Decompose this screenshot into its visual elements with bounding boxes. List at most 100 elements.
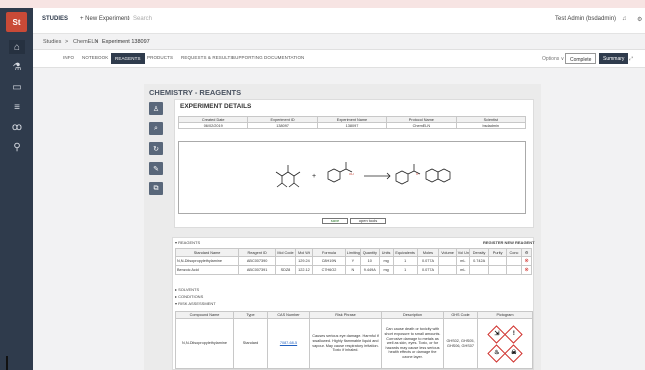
breadcrumb-studies[interactable]: Studies: [43, 39, 61, 45]
col-risk-phrase: Risk Phrase: [309, 311, 382, 319]
mol-code-input[interactable]: SDZ8: [275, 265, 296, 275]
col-cas-number: CAS Number: [267, 311, 310, 319]
users-icon[interactable]: ꝏ: [9, 120, 25, 134]
tab-products[interactable]: PRODUCTS: [147, 55, 173, 60]
svg-text:O: O: [416, 172, 419, 176]
vol-units-select[interactable]: mL: [455, 256, 470, 266]
user-name[interactable]: Test Admin (bsdadmin): [555, 16, 616, 22]
col-standard-name: Standard Name: [174, 248, 240, 257]
pipette-icon[interactable]: ⚲: [9, 140, 25, 154]
quantity-input[interactable]: 9.449A: [360, 265, 380, 275]
col-ghs-code: GHS Code: [443, 311, 478, 319]
flask-icon[interactable]: ⚗: [9, 60, 25, 74]
edit-icon[interactable]: ✎: [149, 162, 163, 175]
table-row: N,N-Diisopropylethylamine Standard 7087-…: [175, 318, 533, 369]
volume-input[interactable]: [438, 256, 457, 266]
settings-icon[interactable]: ⚙: [521, 248, 532, 257]
volume-input[interactable]: [438, 265, 457, 275]
search-input[interactable]: Search: [133, 16, 152, 22]
home-icon[interactable]: ⌂: [9, 40, 25, 54]
experiment-name: 138097: [316, 122, 388, 129]
svg-text:+: +: [312, 173, 316, 180]
save-button[interactable]: save: [322, 218, 348, 224]
quantity-input[interactable]: 10: [360, 256, 380, 266]
description: Can cause death or toxicity with short e…: [381, 318, 444, 369]
col-formula: Formula: [312, 248, 346, 257]
hierarchy-icon[interactable]: ⧉: [149, 182, 163, 195]
open-tools-button[interactable]: open tools: [350, 218, 386, 224]
reagent-id: ABC007390: [238, 256, 277, 266]
col-description: Description: [381, 311, 444, 319]
units-select[interactable]: mg: [378, 265, 394, 275]
delete-icon[interactable]: ⊗: [521, 265, 532, 275]
reagent-name: N,N-Diisopropylethylamine: [174, 256, 240, 266]
tab-reagents[interactable]: REAGENTS: [111, 53, 145, 64]
col-type: Type: [233, 311, 268, 319]
density-input[interactable]: 0.742A: [468, 256, 490, 266]
search-icon[interactable]: ⌕: [149, 122, 163, 135]
mol-code-input[interactable]: [275, 256, 296, 266]
purity-input[interactable]: [488, 256, 507, 266]
user-icon[interactable]: ♙: [149, 102, 163, 115]
cas-number-link[interactable]: 7087-68-5: [267, 318, 310, 369]
col-mol-wt: Mol Wt: [294, 248, 314, 257]
risk-assessment-section-toggle[interactable]: ▾ RISK ASSESSMENT: [175, 301, 216, 306]
experiment-table: Created Date Experiment ID Experiment Na…: [177, 116, 527, 129]
col-purity: Purity: [488, 248, 507, 257]
app-logo[interactable]: St: [6, 12, 27, 32]
vol-units-select[interactable]: mL: [455, 265, 470, 275]
formula: C8H19N: [312, 256, 346, 266]
conc-input[interactable]: [505, 256, 523, 266]
reagents-table: Standard Name Reagent ID Mol Code Mol Wt…: [174, 248, 532, 275]
limiting-select[interactable]: Y: [344, 256, 362, 266]
risk-header-row: Compound Name Type CAS Number Risk Phras…: [175, 311, 533, 319]
equivalents-input[interactable]: 1: [392, 265, 418, 275]
scientist: bsdadmin: [455, 122, 527, 129]
conditions-section-toggle[interactable]: ▸ CONDITIONS: [175, 294, 203, 299]
limiting-select[interactable]: N: [344, 265, 362, 275]
mol-wt: 129.24: [294, 256, 314, 266]
left-nav-rail: St ⌂ ⚗ ▭ ≡ ꝏ ⚲: [0, 8, 33, 370]
units-select[interactable]: mg: [378, 256, 394, 266]
register-new-reagent-link[interactable]: REGISTER NEW REAGENT: [483, 240, 535, 245]
mol-wt: 122.12: [294, 265, 314, 275]
col-reagent-id: Reagent ID: [238, 248, 277, 257]
refresh-icon[interactable]: ↻: [149, 142, 163, 155]
col-density: Density: [468, 248, 490, 257]
col-pictogram: Pictogram: [477, 311, 533, 319]
search-icon[interactable]: ⌕: [127, 16, 130, 23]
conc-input[interactable]: [505, 265, 523, 275]
new-experiment-button[interactable]: + New Experiment: [80, 16, 129, 22]
complete-button[interactable]: Complete: [565, 53, 597, 64]
moles: 0.077A: [416, 256, 440, 266]
tab-info[interactable]: INFO: [63, 55, 74, 60]
book-icon[interactable]: ▭: [9, 80, 25, 94]
tab-requests-results[interactable]: REQUESTS & RESULTS: [181, 55, 233, 60]
expand-icon[interactable]: ⤢: [625, 53, 637, 64]
delete-icon[interactable]: ⊗: [521, 256, 532, 266]
table-row: Benzoic Acid ABC007391 SDZ8 122.12 C7H6O…: [174, 265, 532, 275]
options-dropdown[interactable]: Options ∨: [538, 53, 568, 64]
col-limiting: Limiting: [344, 248, 362, 257]
tab-notebook[interactable]: NOTEBOOK: [82, 55, 108, 60]
skull-pictogram-icon: ☠: [504, 343, 523, 363]
reagents-section-toggle[interactable]: ▾ REAGENTS: [175, 240, 200, 245]
solvents-section-toggle[interactable]: ▸ SOLVENTS: [175, 287, 199, 292]
density-input[interactable]: [468, 265, 490, 275]
scroll-indicator: [6, 356, 8, 370]
equivalents-input[interactable]: 1: [392, 256, 418, 266]
purity-input[interactable]: [488, 265, 507, 275]
reagent-id: ABC007391: [238, 265, 277, 275]
summary-button[interactable]: Summary: [599, 53, 629, 64]
top-strip: [0, 0, 645, 8]
breadcrumb-sep: >: [95, 39, 99, 45]
tab-bar: INFO NOTEBOOK REAGENTS PRODUCTS REQUESTS…: [33, 50, 645, 68]
tab-supporting-docs[interactable]: SUPPORTING DOCUMENTATION: [232, 55, 304, 60]
list-icon[interactable]: ≡: [9, 100, 25, 114]
col-equivalents: Equivalents: [392, 248, 418, 257]
reagents-header-row: Standard Name Reagent ID Mol Code Mol Wt…: [174, 248, 532, 257]
gear-icon[interactable]: ⚙: [637, 16, 642, 23]
top-bar: STUDIES + New Experiment ⌕ Search Test A…: [33, 8, 645, 34]
table-row: 06/02/2019 138097 138097 ChemELN bsdadmi…: [177, 122, 527, 129]
bell-icon[interactable]: ♫: [622, 16, 627, 22]
